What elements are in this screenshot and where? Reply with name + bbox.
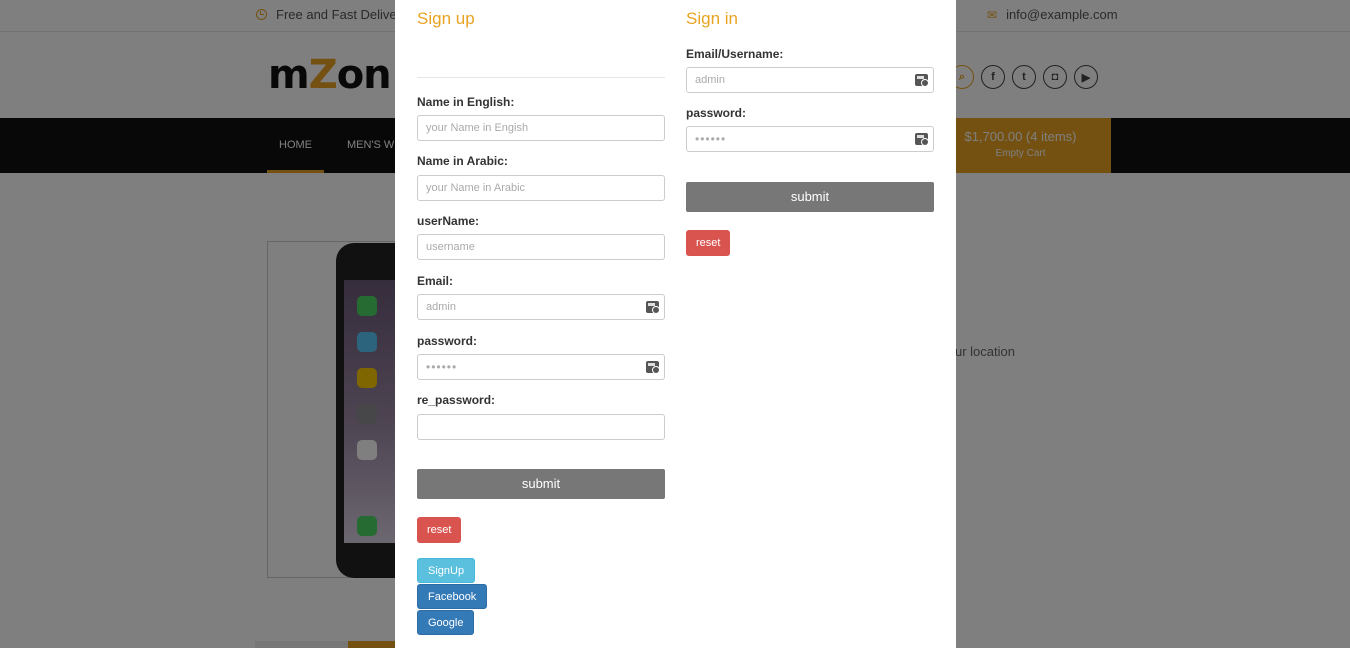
signin-reset-button[interactable]: reset [686,230,731,256]
google-button[interactable]: Google [417,610,475,635]
password-manager-icon[interactable] [646,361,660,374]
signin-submit-button[interactable]: submit [686,182,934,212]
password-label: password: [417,334,478,348]
name-ar-input[interactable]: your Name in Arabic [417,175,665,201]
username-input[interactable]: username [417,234,665,260]
signin-email-placeholder: admin [695,74,725,86]
signin-password-label: password: [686,106,747,120]
signup-button[interactable]: SignUp [417,558,476,583]
password-input[interactable]: •••••• [417,354,665,380]
repassword-label: re_password: [417,393,496,407]
name-en-input[interactable]: your Name in Engish [417,115,665,141]
signin-password-input[interactable]: •••••• [686,126,934,152]
username-label: userName: [417,214,480,228]
username-placeholder: username [426,241,475,253]
name-en-label: Name in English: [417,95,515,109]
signup-title: Sign up [417,9,475,28]
password-manager-icon[interactable] [915,74,929,87]
signup-submit-button[interactable]: submit [417,469,665,499]
signin-email-label: Email/Username: [686,47,784,61]
name-ar-placeholder: your Name in Arabic [426,182,526,194]
facebook-button[interactable]: Facebook [417,584,488,609]
signin-email-input[interactable]: admin [686,67,934,93]
email-input[interactable]: admin [417,294,665,320]
signup-reset-button[interactable]: reset [417,517,462,543]
name-en-placeholder: your Name in Engish [426,122,529,134]
repassword-input[interactable] [417,414,665,440]
password-manager-icon[interactable] [646,301,660,314]
name-ar-label: Name in Arabic: [417,154,508,168]
signin-password-placeholder: •••••• [695,132,727,146]
password-manager-icon[interactable] [915,133,929,146]
email-label: Email: [417,274,454,288]
signup-divider [417,77,665,78]
auth-modal: Sign up Name in English: your Name in En… [395,0,956,648]
signin-title: Sign in [686,9,738,28]
password-placeholder: •••••• [426,360,458,374]
email-placeholder: admin [426,301,456,313]
